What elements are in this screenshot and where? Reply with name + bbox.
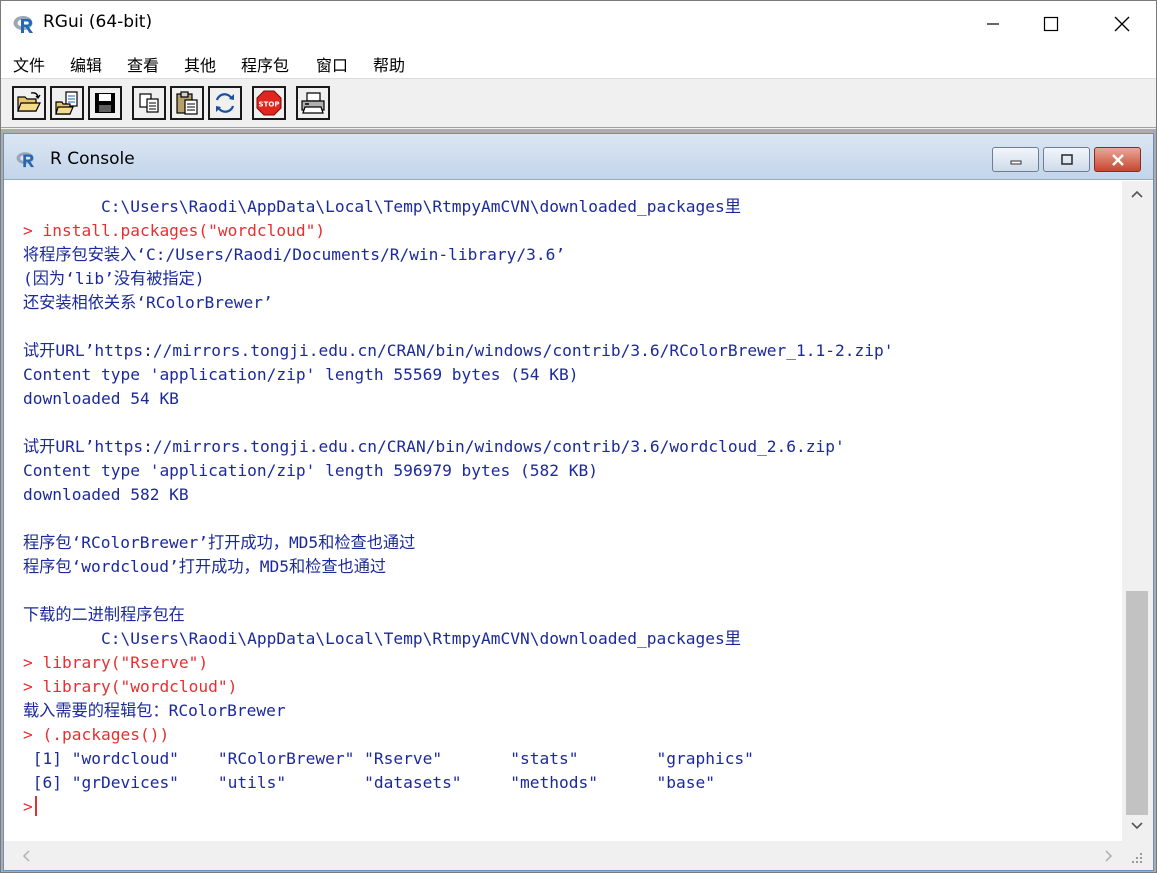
- console-output-line: (因为‘lib’没有被指定): [23, 269, 205, 288]
- horizontal-scrollbar[interactable]: [4, 841, 1153, 870]
- console-minimize-button[interactable]: [992, 147, 1039, 172]
- console-output-line: 程序包‘RColorBrewer’打开成功，MD5和检查也通过: [23, 533, 416, 552]
- minimize-button[interactable]: [964, 1, 1022, 47]
- console-output-line: C:\Users\Raodi\AppData\Local\Temp\RtmpyA…: [23, 197, 741, 216]
- console-output-line: 下载的二进制程序包在: [23, 605, 185, 624]
- console-title: R Console: [50, 149, 135, 169]
- close-button[interactable]: [1093, 1, 1151, 47]
- console-input-line: > library("Rserve"): [23, 653, 209, 672]
- stop-icon: STOP: [256, 90, 282, 116]
- restore-icon: [1060, 153, 1073, 165]
- print-button[interactable]: [296, 86, 330, 120]
- console-output-line: Content type 'application/zip' length 59…: [23, 461, 598, 480]
- console-input-line: > (.packages()): [23, 725, 170, 744]
- console-restore-button[interactable]: [1043, 147, 1090, 172]
- console-output[interactable]: C:\Users\Raodi\AppData\Local\Temp\RtmpyA…: [4, 181, 1122, 841]
- rgui-window: RGui (64-bit) 文件 编辑 查看 其他 程序包 窗口 帮助 STOP…: [0, 0, 1157, 873]
- console-output-line: C:\Users\Raodi\AppData\Local\Temp\RtmpyA…: [23, 629, 741, 648]
- copy-button[interactable]: [132, 86, 166, 120]
- r-console-window: R Console C:\Users\Raodi\AppData\Local\T…: [3, 133, 1154, 871]
- menu-bar: 文件 编辑 查看 其他 程序包 窗口 帮助: [1, 47, 1156, 79]
- paste-icon: [176, 91, 198, 115]
- console-output-line: downloaded 582 KB: [23, 485, 189, 504]
- vertical-scrollbar[interactable]: [1122, 181, 1153, 841]
- menu-misc[interactable]: 其他: [182, 52, 218, 76]
- copy-icon: [139, 93, 159, 113]
- scroll-up-icon[interactable]: [1130, 189, 1144, 199]
- refresh-icon: [215, 93, 235, 113]
- maximize-icon: [1043, 16, 1059, 32]
- scroll-right-icon[interactable]: [1103, 850, 1113, 862]
- print-icon: [301, 92, 325, 114]
- console-output-line: 程序包‘wordcloud’打开成功，MD5和检查也通过: [23, 557, 387, 576]
- scroll-down-icon[interactable]: [1130, 821, 1144, 831]
- save-button[interactable]: [88, 86, 122, 120]
- console-output-line: Content type 'application/zip' length 55…: [23, 365, 579, 384]
- console-input-line: > library("wordcloud"): [23, 677, 238, 696]
- console-title-bar[interactable]: R Console: [4, 134, 1153, 180]
- menu-windows[interactable]: 窗口: [314, 52, 350, 76]
- open-script-icon: [17, 92, 41, 112]
- console-output-line: 还安装相依关系‘RColorBrewer’: [23, 293, 273, 312]
- toolbar: STOP: [1, 80, 1156, 128]
- stop-button[interactable]: STOP: [252, 86, 286, 120]
- console-output-line: [6] "grDevices" "utils" "datasets" "meth…: [23, 773, 715, 792]
- text-cursor: [34, 796, 37, 816]
- close-icon: [1111, 153, 1124, 166]
- window-title: RGui (64-bit): [43, 12, 153, 32]
- prompt-symbol: >: [23, 797, 33, 816]
- console-prompt[interactable]: >: [23, 795, 37, 819]
- console-output-line: 试开URL’https://mirrors.tongji.edu.cn/CRAN…: [23, 341, 894, 360]
- r-logo-icon: [13, 16, 33, 33]
- close-icon: [1114, 16, 1130, 32]
- console-output-line: downloaded 54 KB: [23, 389, 179, 408]
- load-workspace-icon: [55, 91, 78, 115]
- resize-grip-icon[interactable]: [1130, 851, 1144, 865]
- load-workspace-button[interactable]: [50, 86, 84, 120]
- console-output-line: 将程序包安装入‘C:/Users/Raodi/Documents/R/win-l…: [23, 245, 566, 264]
- mdi-client-area: R Console C:\Users\Raodi\AppData\Local\T…: [1, 129, 1156, 872]
- menu-help[interactable]: 帮助: [371, 52, 407, 76]
- minimize-icon: [1010, 160, 1021, 164]
- save-icon: [95, 93, 115, 113]
- console-output-line: [1] "wordcloud" "RColorBrewer" "Rserve" …: [23, 749, 754, 768]
- console-close-button[interactable]: [1094, 147, 1141, 172]
- menu-view[interactable]: 查看: [125, 52, 161, 76]
- maximize-button[interactable]: [1022, 1, 1080, 47]
- stop-label: STOP: [259, 101, 280, 109]
- console-output-line: 试开URL’https://mirrors.tongji.edu.cn/CRAN…: [23, 437, 845, 456]
- open-script-button[interactable]: [12, 86, 46, 120]
- menu-file[interactable]: 文件: [11, 52, 47, 76]
- menu-edit[interactable]: 编辑: [68, 52, 104, 76]
- scroll-left-icon[interactable]: [22, 850, 32, 862]
- console-input-line: > install.packages("wordcloud"): [23, 221, 326, 240]
- vertical-scroll-thumb[interactable]: [1126, 591, 1148, 815]
- console-output-line: 载入需要的程辑包：RColorBrewer: [23, 701, 286, 720]
- paste-button[interactable]: [170, 86, 204, 120]
- menu-packages[interactable]: 程序包: [239, 52, 291, 76]
- title-bar[interactable]: RGui (64-bit): [1, 1, 1156, 47]
- r-logo-icon: [16, 152, 35, 168]
- minimize-icon: [987, 23, 999, 25]
- copy-paste-button[interactable]: [208, 86, 242, 120]
